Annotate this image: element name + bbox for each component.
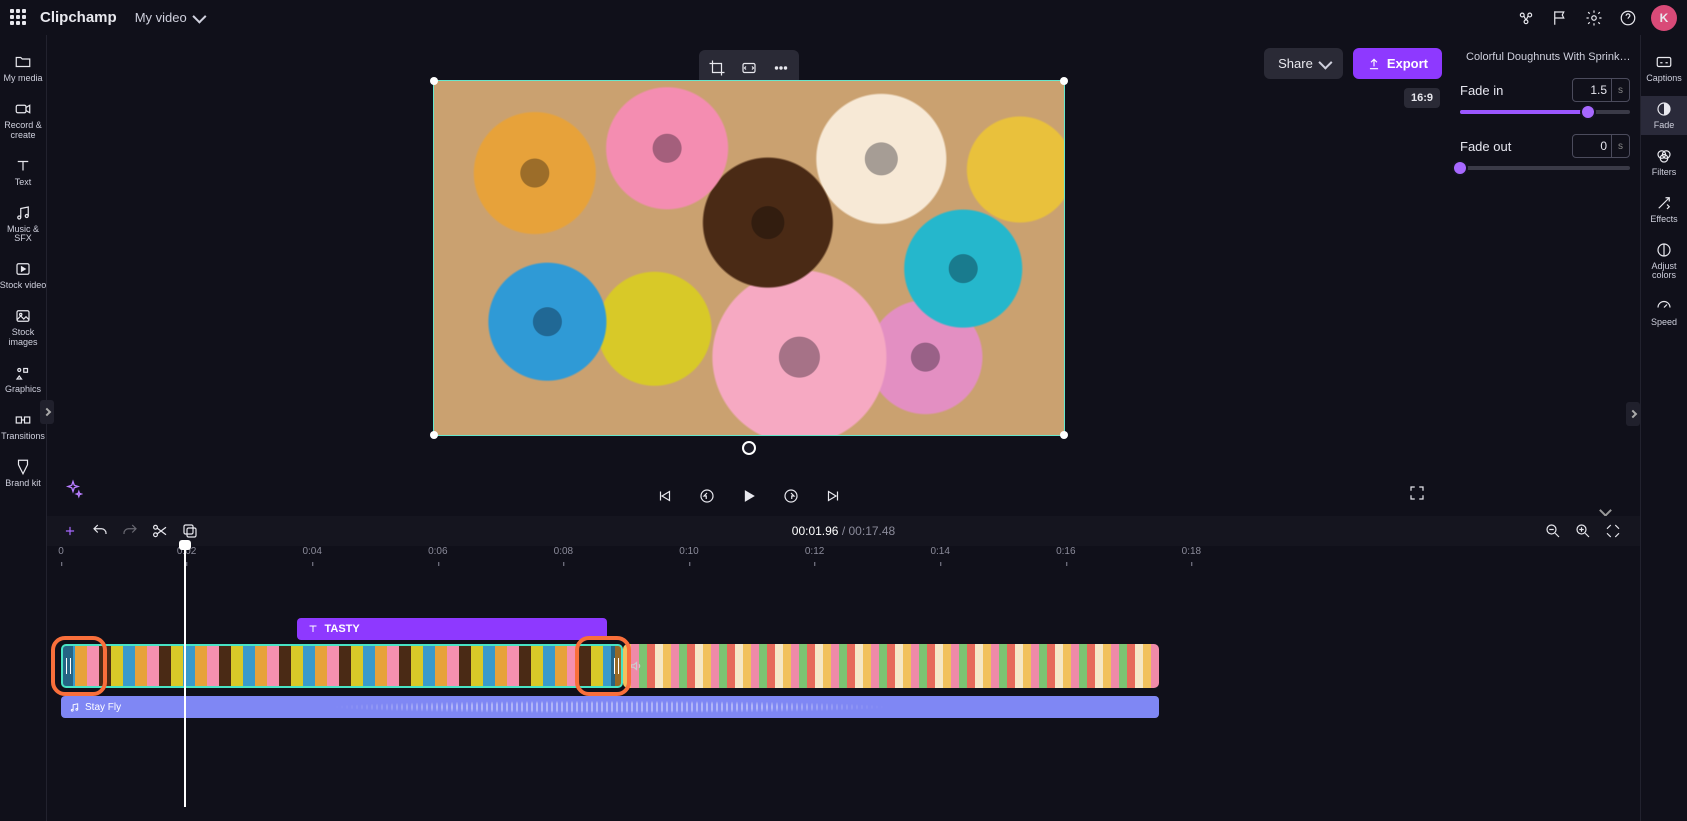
timeline-video-clip-2[interactable]	[623, 644, 1159, 688]
text-icon	[307, 623, 319, 635]
timecode-duration: 00:17.48	[849, 524, 896, 538]
ruler-tick: 0:04	[302, 546, 321, 557]
fade-in-unit: s	[1611, 79, 1629, 101]
timeline-toolbar: 00:01.96 / 00:17.48	[47, 516, 1640, 546]
crop-button[interactable]	[704, 55, 730, 81]
sidebar-text[interactable]: Text	[0, 153, 47, 192]
clip-trim-right[interactable]	[611, 646, 621, 686]
fade-out-label: Fade out	[1460, 139, 1511, 154]
ruler-tick: 0:18	[1182, 546, 1201, 557]
waveform	[61, 696, 1159, 718]
app-name: Clipchamp	[40, 9, 117, 26]
sidebar-brand-kit[interactable]: Brand kit	[0, 454, 47, 493]
resize-handle-bl[interactable]	[430, 431, 438, 439]
rightbar-adjust-colors[interactable]: Adjust colors	[1641, 237, 1687, 286]
ruler-tick: 0	[58, 546, 64, 557]
collaboration-icon[interactable]	[1509, 1, 1543, 35]
sidebar-stock-video[interactable]: Stock video	[0, 256, 47, 295]
preview-canvas[interactable]	[433, 80, 1065, 436]
fullscreen-button[interactable]	[1404, 480, 1430, 506]
fade-in-slider[interactable]	[1460, 110, 1630, 114]
properties-panel-fade: Colorful Doughnuts With Sprink… Fade in …	[1450, 40, 1640, 200]
ai-sparkle-button[interactable]	[63, 479, 83, 504]
timecode: 00:01.96 / 00:17.48	[792, 524, 895, 538]
left-sidebar: My media Record & create Text Music & SF…	[0, 35, 47, 821]
aspect-ratio-badge[interactable]: 16:9	[1404, 88, 1440, 108]
resize-handle-br[interactable]	[1060, 431, 1068, 439]
preview-image	[434, 81, 1064, 435]
text-clip-label: TASTY	[325, 623, 360, 635]
sidebar-my-media[interactable]: My media	[0, 49, 47, 88]
ruler-tick: 0:14	[930, 546, 949, 557]
rotate-handle[interactable]	[742, 441, 756, 455]
feedback-flag-icon[interactable]	[1543, 1, 1577, 35]
zoom-out-button[interactable]	[1540, 518, 1566, 544]
timeline-collapse-button[interactable]	[1599, 504, 1612, 517]
chevron-down-icon	[1318, 55, 1332, 69]
chevron-down-icon	[192, 9, 206, 23]
resize-handle-tl[interactable]	[430, 77, 438, 85]
fade-out-slider-thumb[interactable]	[1454, 162, 1466, 174]
undo-button[interactable]	[87, 518, 113, 544]
zoom-fit-button[interactable]	[1600, 518, 1626, 544]
ruler-tick: 0:16	[1056, 546, 1075, 557]
add-track-button[interactable]	[57, 518, 83, 544]
fade-out-unit: s	[1611, 135, 1629, 157]
rightbar-captions[interactable]: Captions	[1641, 49, 1687, 88]
timeline-video-clip-1[interactable]	[61, 644, 623, 688]
timeline-tracks[interactable]: TASTY Stay Fly	[47, 578, 1640, 821]
rightbar-fade[interactable]: Fade	[1641, 96, 1687, 135]
ruler-tick: 0:06	[428, 546, 447, 557]
fade-in-input[interactable]: s	[1572, 78, 1630, 102]
volume-icon	[629, 659, 643, 673]
clip-trim-left[interactable]	[63, 646, 73, 686]
fade-in-value[interactable]	[1573, 83, 1611, 97]
ruler-tick: 0:08	[554, 546, 573, 557]
redo-button[interactable]	[117, 518, 143, 544]
fade-out-input[interactable]: s	[1572, 134, 1630, 158]
settings-gear-icon[interactable]	[1577, 1, 1611, 35]
ruler-tick: 0:12	[805, 546, 824, 557]
stage: Share Export 16:9	[47, 40, 1450, 516]
sidebar-graphics[interactable]: Graphics	[0, 360, 47, 399]
timecode-current: 00:01.96	[792, 524, 839, 538]
split-button[interactable]	[147, 518, 173, 544]
more-options-button[interactable]	[768, 55, 794, 81]
right-sidebar: Captions Fade Filters Effects Adjust col…	[1640, 35, 1687, 821]
fade-out-slider[interactable]	[1460, 166, 1630, 170]
zoom-in-button[interactable]	[1570, 518, 1596, 544]
share-button[interactable]: Share	[1264, 48, 1343, 79]
user-avatar[interactable]: K	[1651, 5, 1677, 31]
upload-icon	[1367, 57, 1381, 71]
timeline-ruler[interactable]: 00:020:040:060:080:100:120:140:160:18	[47, 546, 1640, 568]
fade-out-value[interactable]	[1573, 139, 1611, 153]
sidebar-stock-images[interactable]: Stock images	[0, 303, 47, 352]
project-name-label: My video	[135, 10, 187, 25]
music-note-icon	[69, 702, 80, 713]
timeline-audio-clip[interactable]: Stay Fly	[61, 696, 1159, 718]
help-icon[interactable]	[1611, 1, 1645, 35]
timeline-text-clip[interactable]: TASTY	[297, 618, 608, 640]
sidebar-music-sfx[interactable]: Music & SFX	[0, 200, 47, 249]
audio-clip-label: Stay Fly	[85, 702, 121, 713]
sidebar-record-create[interactable]: Record & create	[0, 96, 47, 145]
selected-clip-title: Colorful Doughnuts With Sprink…	[1466, 51, 1630, 63]
fit-button[interactable]	[736, 55, 762, 81]
resize-handle-tr[interactable]	[1060, 77, 1068, 85]
playhead[interactable]	[184, 544, 186, 807]
rightbar-speed[interactable]: Speed	[1641, 293, 1687, 332]
app-launcher-icon[interactable]	[10, 9, 28, 27]
rightbar-effects[interactable]: Effects	[1641, 190, 1687, 229]
fade-in-label: Fade in	[1460, 83, 1503, 98]
right-panel-collapse[interactable]	[1626, 402, 1640, 426]
export-button[interactable]: Export	[1353, 48, 1442, 79]
fade-in-slider-thumb[interactable]	[1582, 106, 1594, 118]
rightbar-filters[interactable]: Filters	[1641, 143, 1687, 182]
ruler-tick: 0:10	[679, 546, 698, 557]
project-name-dropdown[interactable]: My video	[135, 10, 203, 25]
